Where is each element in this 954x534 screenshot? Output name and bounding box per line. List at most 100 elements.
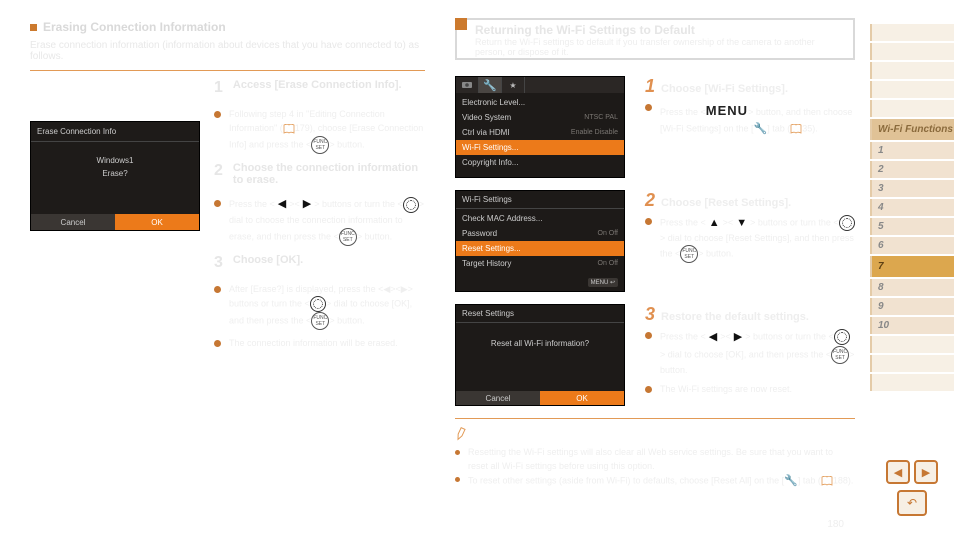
menu-label: MENU: [706, 103, 748, 118]
list-item: Electronic Level...: [456, 95, 624, 110]
section-bullet-icon: [455, 18, 467, 30]
sidebar-blank[interactable]: [870, 43, 954, 60]
sidebar-blank[interactable]: [870, 24, 954, 41]
page-number: 180: [827, 519, 844, 530]
sidebar-tab-2[interactable]: 2: [870, 161, 954, 178]
sidebar-blank[interactable]: [870, 336, 954, 353]
sidebar-blank[interactable]: [870, 81, 954, 98]
step-2-instruction: 2Choose [Reset Settings]. Press the <▲><…: [645, 190, 855, 292]
book-icon: [821, 476, 833, 486]
func-set-icon: FUNCSET: [311, 312, 329, 330]
bullet-icon: [455, 477, 460, 482]
dial-icon: [403, 197, 419, 213]
step-3: 3Choose [OK]. After [Erase?] is displaye…: [214, 254, 425, 351]
left-arrow-icon: ◀: [706, 329, 720, 346]
screen-title: Reset Settings: [456, 305, 624, 323]
return-button[interactable]: ↶: [897, 490, 927, 516]
dial-icon: [839, 215, 855, 231]
camera-screen-confirm: Reset Settings Reset all Wi-Fi informati…: [455, 304, 625, 406]
func-set-icon: FUNCSET: [339, 228, 357, 246]
bullet-icon: [214, 111, 221, 118]
list-item: Check MAC Address...: [456, 211, 624, 226]
section-bullet-icon: [30, 24, 37, 31]
bullet-icon: [214, 286, 221, 293]
camera-screen-reset-list: Wi-Fi Settings Check MAC Address... Pass…: [455, 190, 625, 292]
erase-ok-button[interactable]: OK: [115, 214, 199, 230]
right-arrow-icon: ▶: [300, 196, 314, 214]
bullet-icon: [645, 386, 652, 393]
section-erase-info: Erasing Connection Information Erase con…: [30, 20, 425, 357]
func-set-icon: FUNCSET: [311, 136, 329, 154]
star-tab-icon: ★: [502, 77, 525, 93]
erase-dialog-screenshot: Erase Connection Info Windows1 Erase? Ca…: [30, 121, 198, 357]
next-page-button[interactable]: ▶: [914, 460, 938, 484]
step-2: 2Choose the connection information to er…: [214, 162, 425, 246]
up-arrow-icon: ▲: [706, 215, 723, 232]
bullet-icon: [455, 450, 460, 455]
menu-back-label: MENU ↩: [588, 278, 618, 287]
step-3-instruction: 3Restore the default settings. Press the…: [645, 304, 855, 406]
sidebar-tab-3[interactable]: 3: [870, 180, 954, 197]
heading-sub: Return the Wi-Fi settings to default if …: [475, 37, 847, 57]
prev-page-button[interactable]: ◀: [886, 460, 910, 484]
func-set-icon: FUNCSET: [680, 245, 698, 263]
down-arrow-icon: ▼: [733, 215, 750, 232]
sidebar: Wi-Fi Functions 1 2 3 4 5 6 7 8 9 10: [870, 24, 954, 393]
confirm-cancel-button[interactable]: Cancel: [456, 391, 540, 405]
wrench-icon: 🔧: [754, 121, 768, 138]
list-item: Copyright Info...: [456, 155, 624, 170]
book-icon: [790, 124, 802, 134]
sidebar-tab-10[interactable]: 10: [870, 317, 954, 334]
bullet-icon: [214, 340, 221, 347]
footer-nav: ◀ ▶ ↶: [886, 460, 938, 516]
bullet-icon: [645, 218, 652, 225]
sidebar-tab-8[interactable]: 8: [870, 279, 954, 296]
func-set-icon: FUNCSET: [831, 346, 849, 364]
sidebar-tab-5[interactable]: 5: [870, 218, 954, 235]
erase-dialog-device: Windows1: [31, 156, 199, 165]
divider: [30, 70, 425, 71]
note-block: Resetting the Wi-Fi settings will also c…: [455, 418, 855, 490]
camera-screen-wifi-settings: 🔧 ★ Electronic Level... Video SystemNTSC…: [455, 76, 625, 178]
list-item-selected: Wi-Fi Settings...: [456, 140, 624, 155]
sidebar-category[interactable]: Wi-Fi Functions: [870, 119, 954, 140]
step-1: 1Access [Erase Connection Info]. Followi…: [214, 79, 425, 154]
sidebar-tab-7[interactable]: 7: [870, 256, 954, 277]
screen-title: Wi-Fi Settings: [456, 191, 624, 209]
sidebar-tab-4[interactable]: 4: [870, 199, 954, 216]
section-title: Erasing Connection Information: [43, 20, 226, 34]
sidebar-tab-6[interactable]: 6: [870, 237, 954, 254]
section-reset-wifi: Returning the Wi-Fi Settings to Default …: [455, 18, 855, 490]
heading-frame: Returning the Wi-Fi Settings to Default …: [455, 18, 855, 60]
bullet-icon: [214, 200, 221, 207]
sidebar-tab-1[interactable]: 1: [870, 142, 954, 159]
bullet-icon: [645, 332, 652, 339]
list-item: PasswordOn Off: [456, 226, 624, 241]
right-arrow-icon: ▶: [731, 329, 745, 346]
book-icon: [283, 124, 295, 134]
wrench-icon: 🔧: [784, 473, 798, 490]
camera-tab-icon: [456, 77, 479, 93]
sidebar-blank[interactable]: [870, 374, 954, 391]
list-item: Video SystemNTSC PAL: [456, 110, 624, 125]
confirm-ok-button[interactable]: OK: [540, 391, 624, 405]
erase-dialog-question: Erase?: [31, 169, 199, 178]
sidebar-blank[interactable]: [870, 62, 954, 79]
left-arrow-icon: ◀: [275, 196, 289, 214]
bullet-icon: [645, 104, 652, 111]
wrench-tab-icon: 🔧: [479, 77, 502, 93]
confirm-question: Reset all Wi-Fi information?: [456, 323, 624, 364]
list-item: Target HistoryOn Off: [456, 256, 624, 271]
sidebar-blank[interactable]: [870, 355, 954, 372]
list-item-selected: Reset Settings...: [456, 241, 624, 256]
erase-cancel-button[interactable]: Cancel: [31, 214, 115, 230]
heading-title: Returning the Wi-Fi Settings to Default: [475, 23, 847, 37]
sidebar-blank[interactable]: [870, 100, 954, 117]
sidebar-tab-9[interactable]: 9: [870, 298, 954, 315]
erase-dialog-title: Erase Connection Info: [31, 122, 199, 142]
pencil-icon: [453, 425, 468, 440]
step-1-instruction: 1Choose [Wi-Fi Settings]. Press the <MEN…: [645, 76, 855, 178]
list-item: Ctrl via HDMIEnable Disable: [456, 125, 624, 140]
dial-icon: [310, 296, 326, 312]
dial-icon: [834, 329, 850, 345]
